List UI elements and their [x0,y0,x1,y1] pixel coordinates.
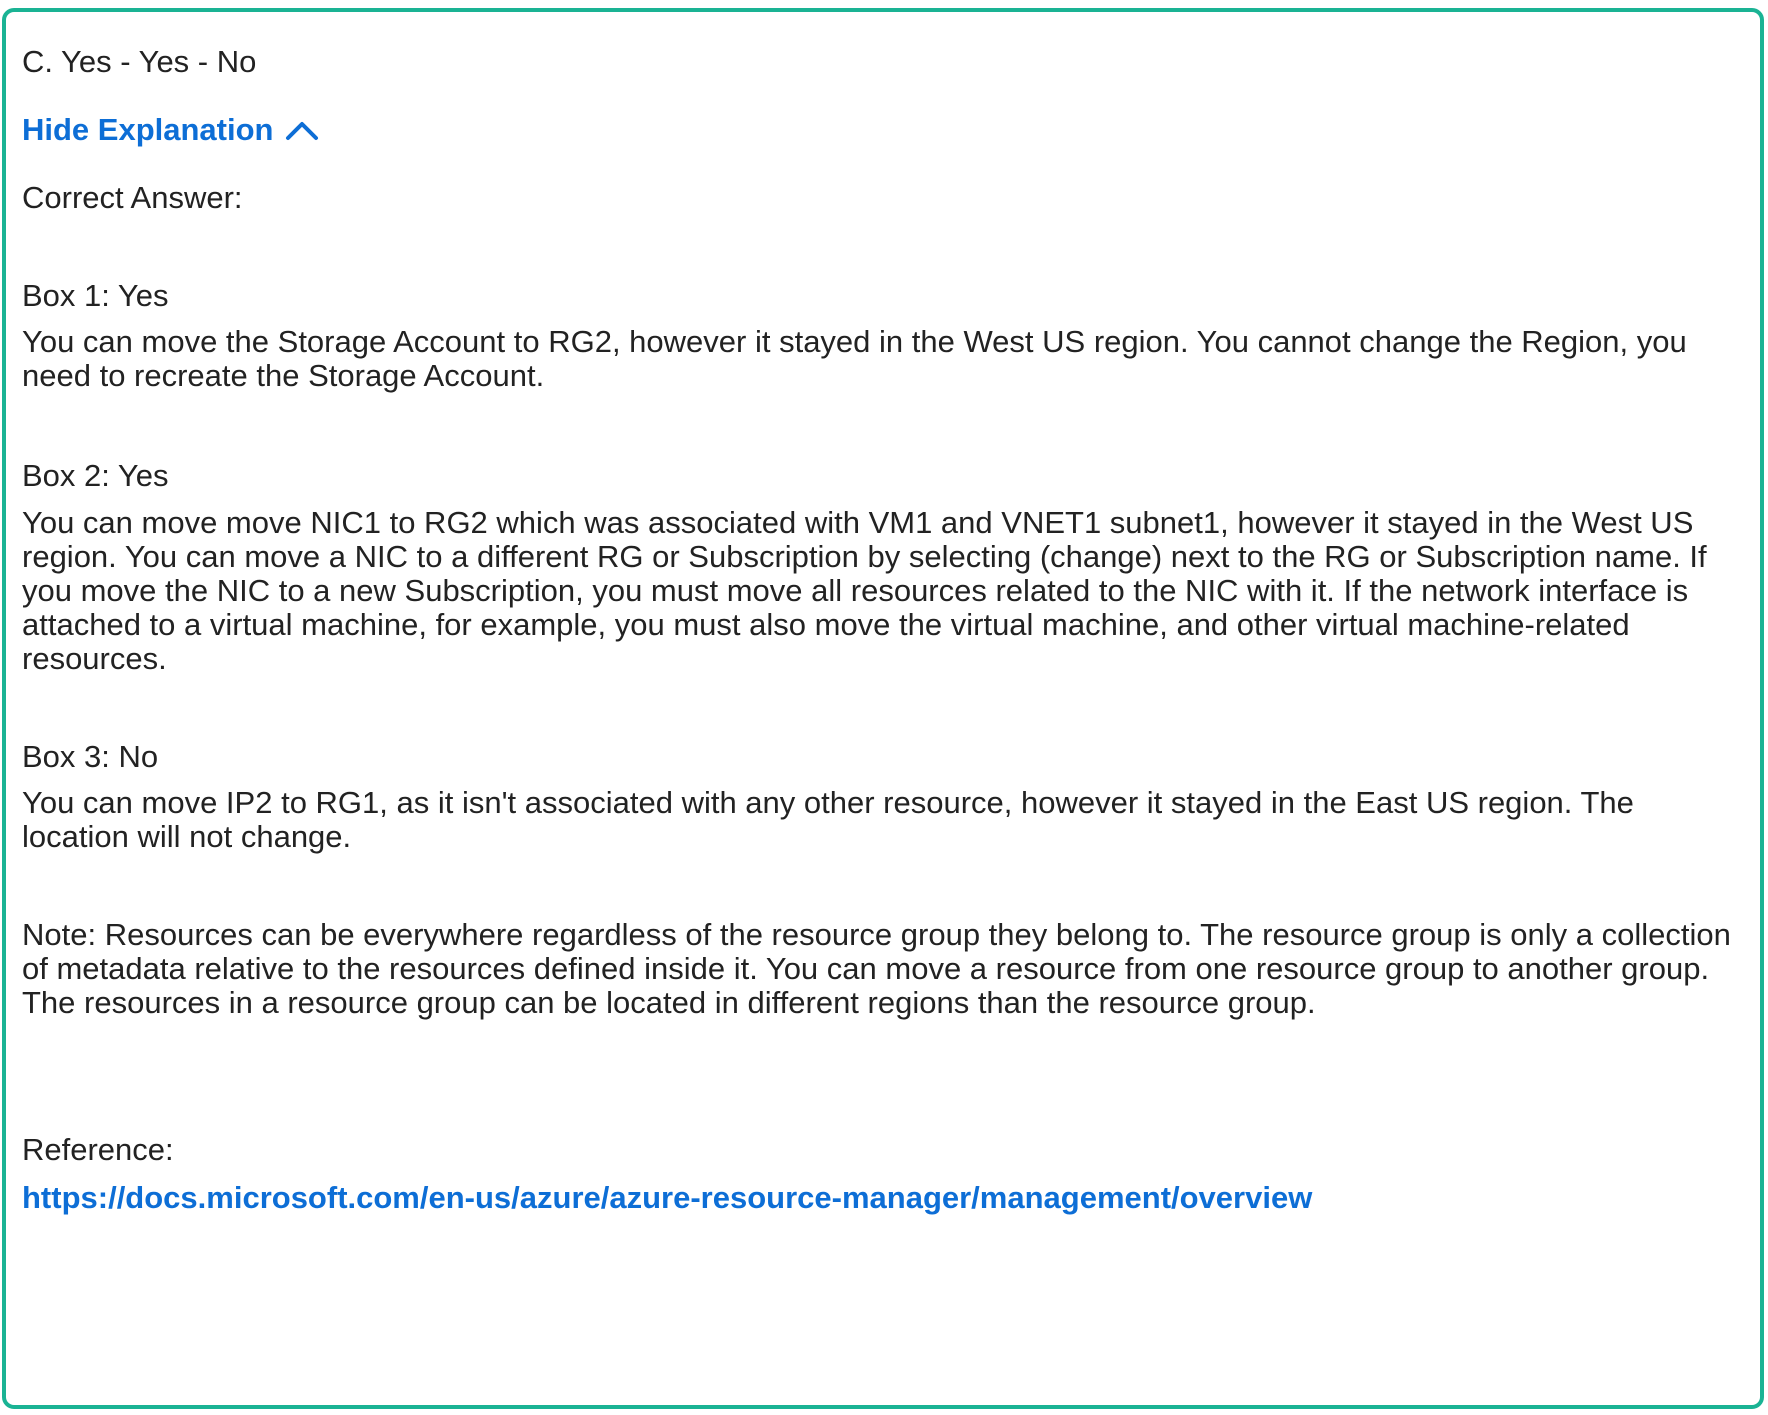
box-1-title: Box 1: Yes [22,278,169,313]
box-2-text: You can move move NIC1 to RG2 which was … [22,505,1707,676]
answer-option: C. Yes - Yes - No [22,44,257,79]
note-text: Note: Resources can be everywhere regard… [22,917,1731,1020]
box-3-text: You can move IP2 to RG1, as it isn't ass… [22,785,1634,854]
box-2-title: Box 2: Yes [22,458,169,493]
reference-link[interactable]: https://docs.microsoft.com/en-us/azure/a… [22,1179,1312,1217]
box-1-text: You can move the Storage Account to RG2,… [22,324,1687,393]
hide-explanation-label: Hide Explanation [22,112,274,147]
chevron-up-icon [286,122,319,140]
correct-answer-label: Correct Answer: [22,180,243,215]
reference-label: Reference: [22,1132,174,1167]
box-3-title: Box 3: No [22,739,159,774]
hide-explanation-toggle[interactable]: Hide Explanation [22,111,321,149]
